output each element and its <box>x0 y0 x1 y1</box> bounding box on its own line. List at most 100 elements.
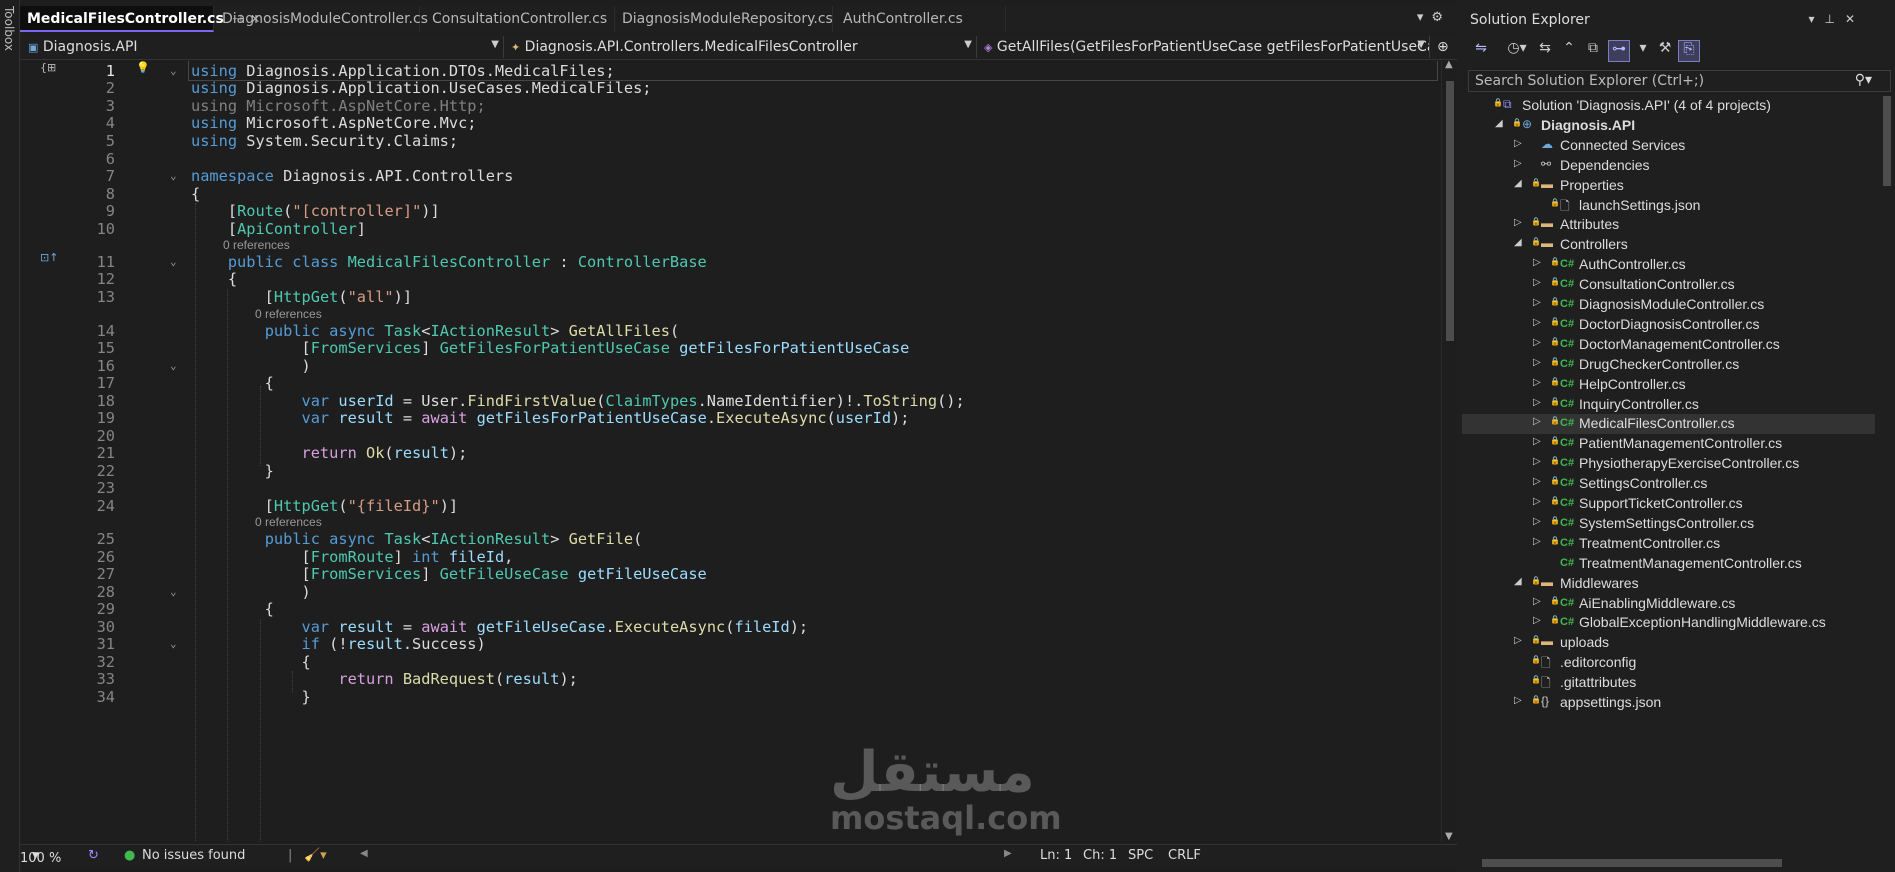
code-line[interactable]: 27 [FromServices] GetFileUseCase getFile… <box>20 564 1445 584</box>
scroll-left-arrow[interactable]: ◀ <box>360 848 368 859</box>
char-indicator[interactable]: Ch: 1 <box>1083 848 1117 863</box>
tree-item[interactable]: ▷ 🔒 C# DoctorDiagnosisController.cs <box>1462 315 1875 335</box>
whitespace-indicator[interactable]: SPC <box>1128 848 1153 863</box>
tree-item[interactable]: ▷ 🔒 C# TreatmentController.cs <box>1462 534 1875 554</box>
tree-item[interactable]: ▷ 🔒 C# DrugCheckerController.cs <box>1462 355 1875 375</box>
collapsed-chevron-icon[interactable]: ▷ <box>1533 257 1541 268</box>
fold-chevron-icon[interactable]: ⌄ <box>170 634 177 654</box>
editor-vertical-scrollbar[interactable]: ▲ ▼ <box>1441 59 1457 842</box>
close-icon[interactable]: ✕ <box>1845 12 1865 26</box>
collapsed-chevron-icon[interactable]: ▷ <box>1533 397 1541 408</box>
tree-item[interactable]: ◢ 🔒 ▬ Middlewares <box>1462 574 1875 594</box>
chevron-down-icon[interactable]: ▾ <box>1632 40 1654 62</box>
code-line[interactable]: 9 [Route("[controller]")] <box>20 201 1445 221</box>
code-text-area[interactable]: 1 ⌄ using Diagnosis.Application.DTOs.Medic… <box>20 61 1445 842</box>
code-line[interactable]: 21 return Ok(result); <box>20 443 1445 463</box>
code-line[interactable]: 29 { <box>20 599 1445 619</box>
code-line[interactable]: 33 return BadRequest(result); <box>20 669 1445 689</box>
tree-item[interactable]: ◢ 🔒 ⊕ Diagnosis.API <box>1462 116 1875 136</box>
line-ending-indicator[interactable]: CRLF <box>1168 848 1201 863</box>
codelens-references[interactable]: 0 references <box>255 515 322 529</box>
switch-views-icon[interactable]: ⇋ <box>1470 40 1492 62</box>
tab-medicalfilescontroller[interactable]: MedicalFilesController.cs ⊣ ✕ <box>20 6 260 32</box>
wrench-icon[interactable]: ⚒ <box>1654 40 1676 62</box>
sync-icon[interactable]: ⇆ <box>1534 40 1556 62</box>
dropdown-icon[interactable]: ▾ <box>1808 12 1824 26</box>
tree-item[interactable]: ▷ 🔒 C# PhysiotherapyExerciseController.cs <box>1462 454 1875 474</box>
tree-item[interactable]: ▷ 🔒 ▬ Attributes <box>1462 215 1875 235</box>
code-line[interactable]: 31 ⌄ if (!result.Success) <box>20 634 1445 654</box>
code-line[interactable]: 13 [HttpGet("all")] <box>20 287 1445 307</box>
lightbulb-icon[interactable]: 💡 <box>136 61 150 74</box>
code-line[interactable]: 17 { <box>20 373 1445 393</box>
tree-item[interactable]: ▷ 🔒 C# PatientManagementController.cs <box>1462 434 1875 454</box>
expanded-chevron-icon[interactable]: ◢ <box>1495 118 1503 129</box>
code-line[interactable]: 25 public async Task<IActionResult> GetF… <box>20 529 1445 549</box>
collapsed-chevron-icon[interactable]: ▷ <box>1533 297 1541 308</box>
tree-item[interactable]: C# TreatmentManagementController.cs <box>1462 554 1875 574</box>
codelens-references[interactable]: 0 references <box>223 238 290 252</box>
refresh-icon[interactable]: ↻ <box>88 848 99 863</box>
tree-item[interactable]: ▷ 🔒{} appsettings.json <box>1462 693 1875 713</box>
tab-authcontroller[interactable]: AuthController.cs <box>836 6 1006 32</box>
tree-item[interactable]: ▷ 🔒 C# AuthController.cs <box>1462 255 1875 275</box>
tree-item[interactable]: ▷ 🔒 C# HelpController.cs <box>1462 375 1875 395</box>
tree-item[interactable]: ▷ ☁ Connected Services <box>1462 136 1875 156</box>
scroll-thumb[interactable] <box>1482 859 1782 867</box>
collapsed-chevron-icon[interactable]: ▷ <box>1533 357 1541 368</box>
filter-icon[interactable]: ⊶ <box>1608 40 1630 62</box>
code-cleanup-icon[interactable]: 🧹▾ <box>304 848 327 863</box>
tree-item[interactable]: ▷ 🔒 C# AiEnablingMiddleware.cs <box>1462 594 1875 614</box>
tab-diagnosismodulecontroller[interactable]: DiagnosisModuleController.cs <box>215 6 428 32</box>
tree-item[interactable]: 🔒 🗋 .gitattributes <box>1462 673 1875 693</box>
tree-item[interactable]: ▷ 🔒 ▬ uploads <box>1462 633 1875 653</box>
codelens-references[interactable]: 0 references <box>255 307 322 321</box>
preview-icon[interactable]: ⎘ <box>1678 40 1700 62</box>
code-line[interactable]: 12 { <box>20 269 1445 289</box>
tree-item[interactable]: ▷ 🔒 C# ConsultationController.cs <box>1462 275 1875 295</box>
code-line[interactable]: 15 [FromServices] GetFilesForPatientUseC… <box>20 338 1445 358</box>
inherit-marker-icon[interactable]: ⊡↑ <box>40 251 58 264</box>
tree-item[interactable]: ◢ 🔒 ▬ Properties <box>1462 176 1875 196</box>
tab-diagnosismodulerepository[interactable]: DiagnosisModuleRepository.cs <box>615 6 833 32</box>
code-line[interactable]: 7 ⌄ namespace Diagnosis.API.Controllers <box>20 166 1445 186</box>
collapsed-chevron-icon[interactable]: ▷ <box>1533 277 1541 288</box>
tree-item[interactable]: 🔒 🗋 .editorconfig <box>1462 653 1875 673</box>
collapsed-chevron-icon[interactable]: ▷ <box>1533 377 1541 388</box>
tree-item[interactable]: ▷ 🔒 C# SupportTicketController.cs <box>1462 494 1875 514</box>
history-icon[interactable]: ◷▾ <box>1506 40 1528 62</box>
member-dropdown[interactable]: ◈ GetAllFiles(GetFilesForPatientUseCase … <box>980 36 1430 58</box>
collapsed-chevron-icon[interactable]: ▷ <box>1533 596 1541 607</box>
split-editor-button[interactable]: ⊕ <box>1433 36 1455 58</box>
tree-item[interactable]: ▷ 🔒 C# GlobalExceptionHandlingMiddleware.cs <box>1462 613 1875 633</box>
tree-item[interactable]: ◢ 🔒 ▬ Controllers <box>1462 235 1875 255</box>
show-all-files-icon[interactable]: ⧉ <box>1582 40 1604 62</box>
scroll-thumb[interactable] <box>1446 81 1454 341</box>
tree-item[interactable]: ▷ 🔒 C# SystemSettingsController.cs <box>1462 514 1875 534</box>
tab-overflow-controls[interactable]: ▾⚙ <box>1417 10 1451 25</box>
scroll-down-arrow[interactable]: ▼ <box>1445 831 1453 842</box>
collapsed-chevron-icon[interactable]: ▷ <box>1514 695 1522 706</box>
code-line[interactable]: 24 [HttpGet("{fileId}")] <box>20 496 1445 516</box>
code-line[interactable]: 2 using Diagnosis.Application.UseCases.Me… <box>20 78 1445 98</box>
tree-item[interactable]: 🔒 🗋 launchSettings.json <box>1462 196 1875 216</box>
collapsed-chevron-icon[interactable]: ▷ <box>1533 337 1541 348</box>
scroll-thumb[interactable] <box>1883 96 1891 186</box>
collapsed-chevron-icon[interactable]: ▷ <box>1514 217 1522 228</box>
tree-item[interactable]: ▷ 🔒 C# SettingsController.cs <box>1462 474 1875 494</box>
fold-chevron-icon[interactable]: ⌄ <box>170 166 177 186</box>
code-line[interactable]: 34 } <box>20 687 1445 707</box>
issues-status[interactable]: No issues found <box>142 848 245 863</box>
tree-horizontal-scrollbar[interactable] <box>1462 856 1895 870</box>
code-line[interactable]: 19 var result = await getFilesForPatient… <box>20 408 1445 428</box>
solution-search-input[interactable]: Search Solution Explorer (Ctrl+;) ⚲▾ <box>1468 70 1891 92</box>
expanded-chevron-icon[interactable]: ◢ <box>1514 576 1522 587</box>
collapsed-chevron-icon[interactable]: ▷ <box>1533 476 1541 487</box>
collapse-all-icon[interactable]: ⌃ <box>1558 40 1580 62</box>
collapsed-chevron-icon[interactable]: ▷ <box>1533 436 1541 447</box>
tree-item[interactable]: 🔒 ⧉ Solution 'Diagnosis.API' (4 of 4 proje… <box>1462 96 1875 116</box>
expanded-chevron-icon[interactable]: ◢ <box>1514 178 1522 189</box>
code-line[interactable]: 5 using System.Security.Claims; <box>20 131 1445 151</box>
toolbox-label[interactable]: Toolbox <box>2 6 16 51</box>
collapsed-chevron-icon[interactable]: ▷ <box>1533 516 1541 527</box>
